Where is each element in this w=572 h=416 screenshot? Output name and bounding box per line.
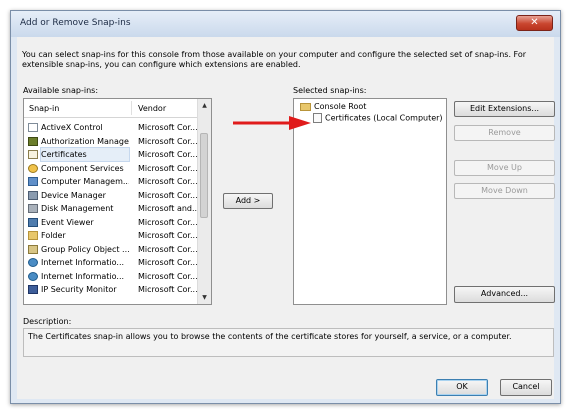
edit-extensions-button[interactable]: Edit Extensions... [454,101,555,117]
description-text: The Certificates snap-in allows you to b… [28,332,512,341]
snapin-vendor: Microsoft Cor... [138,244,198,254]
group-policy-icon [28,244,38,254]
snapin-name: Certificates [40,147,130,162]
folder-icon [300,102,311,111]
scroll-down-icon[interactable]: ▼ [198,294,211,301]
snapin-vendor: Microsoft Cor... [138,150,198,159]
close-button[interactable]: ✕ [516,15,553,31]
list-item[interactable]: Certificates Microsoft Cor... [24,147,200,162]
list-item[interactable]: Authorization Manager Microsoft Cor... [24,135,200,149]
activex-icon [28,123,38,132]
list-item[interactable]: ActiveX Control Microsoft Cor... [24,121,200,135]
remove-button[interactable]: Remove [454,125,555,141]
certificate-icon [28,150,38,159]
snapin-name: Authorization Manager [41,136,129,146]
column-header-snapin[interactable]: Snap-in [29,104,59,113]
snapin-name: Folder [41,231,66,240]
list-item[interactable]: Device Manager Microsoft Cor... [24,189,200,203]
list-item[interactable]: Folder Microsoft Cor... [24,229,200,243]
snapin-vendor: Microsoft Cor... [138,258,198,267]
snapin-name: Device Manager [41,190,106,200]
list-item[interactable]: Internet Informatio... Microsoft Cor... [24,270,200,284]
snapin-vendor: Microsoft Cor... [138,123,198,132]
list-item[interactable]: Computer Managem... Microsoft Cor... [24,175,200,189]
list-item[interactable]: Internet Informatio... Microsoft Cor... [24,256,200,270]
snapin-vendor: Microsoft Cor... [138,231,198,240]
tree-node-console-root[interactable]: Console Root [300,102,366,111]
available-snapins-label: Available snap-ins: [23,86,99,95]
snapin-name: IP Security Monitor [41,285,117,294]
iis-icon [28,258,38,267]
snapin-name: Group Policy Object ... [41,244,129,254]
snapin-name: Component Services [41,163,124,173]
list-header: Snap-in Vendor [24,99,200,118]
add-button[interactable]: Add > [223,193,273,209]
snapin-name: Internet Informatio... [41,271,125,281]
snapin-vendor: Microsoft Cor... [138,217,198,227]
folder-icon [28,231,38,240]
close-icon: ✕ [530,17,539,28]
snapin-vendor: Microsoft Cor... [138,271,198,281]
available-snapins-list[interactable]: Snap-in Vendor ActiveX Control Microsoft … [23,98,212,305]
description-label: Description: [23,317,72,326]
move-up-button[interactable]: Move Up [454,160,555,176]
device-manager-icon [28,190,38,200]
selected-snapins-tree[interactable]: Console Root Certificates (Local Compute… [293,98,447,305]
ok-button[interactable]: OK [436,379,488,396]
certificate-icon [313,113,322,123]
column-header-vendor[interactable]: Vendor [138,104,166,113]
authorization-icon [28,136,38,146]
computer-management-icon [28,177,38,186]
snapin-name: ActiveX Control [41,123,103,132]
add-remove-snapins-dialog: Add or Remove Snap-ins ✕ You can select … [10,10,561,404]
list-item[interactable]: IP Security Monitor Microsoft Cor... [24,283,200,297]
disk-icon [28,204,38,213]
snapin-vendor: Microsoft Cor... [138,177,198,186]
scroll-up-icon[interactable]: ▲ [198,102,211,109]
snapin-vendor: Microsoft Cor... [138,190,198,200]
snapin-name: Internet Informatio... [41,258,125,267]
ip-security-icon [28,285,38,294]
snapin-name: Event Viewer [41,217,94,227]
list-item[interactable]: Component Services Microsoft Cor... [24,162,200,176]
annotation-arrow [233,116,311,130]
column-divider[interactable] [131,101,132,115]
cancel-button[interactable]: Cancel [500,379,552,396]
description-box: The Certificates snap-in allows you to b… [23,328,554,357]
tree-node-certificates[interactable]: Certificates (Local Computer) [313,113,443,123]
snapin-vendor: Microsoft Cor... [138,285,198,294]
snapin-name: Computer Managem... [41,177,129,186]
event-viewer-icon [28,217,38,227]
iis-icon [28,271,38,281]
list-item[interactable]: Disk Management Microsoft and... [24,202,200,216]
snapin-vendor: Microsoft and... [138,204,200,213]
selected-snapins-label: Selected snap-ins: [293,86,367,95]
certificates-node-label: Certificates (Local Computer) [325,113,443,123]
snapin-vendor: Microsoft Cor... [138,163,198,173]
list-item[interactable]: Group Policy Object ... Microsoft Cor... [24,243,200,257]
snapin-rows: ActiveX Control Microsoft Cor... Authoriza… [24,121,200,297]
intro-text: You can select snap-ins for this console… [22,50,527,69]
title-bar[interactable]: Add or Remove Snap-ins ✕ [11,11,560,37]
move-down-button[interactable]: Move Down [454,183,555,199]
window-title: Add or Remove Snap-ins [20,18,131,28]
snapin-vendor: Microsoft Cor... [138,136,198,146]
snapin-name: Disk Management [41,204,114,213]
scrollbar-thumb[interactable] [200,133,208,218]
console-root-label: Console Root [314,102,367,111]
list-item[interactable]: Event Viewer Microsoft Cor... [24,216,200,230]
dialog-body: You can select snap-ins for this console… [17,37,555,399]
advanced-button[interactable]: Advanced... [454,286,555,303]
available-list-scrollbar[interactable]: ▲ ▼ [197,99,211,304]
component-icon [28,163,38,173]
